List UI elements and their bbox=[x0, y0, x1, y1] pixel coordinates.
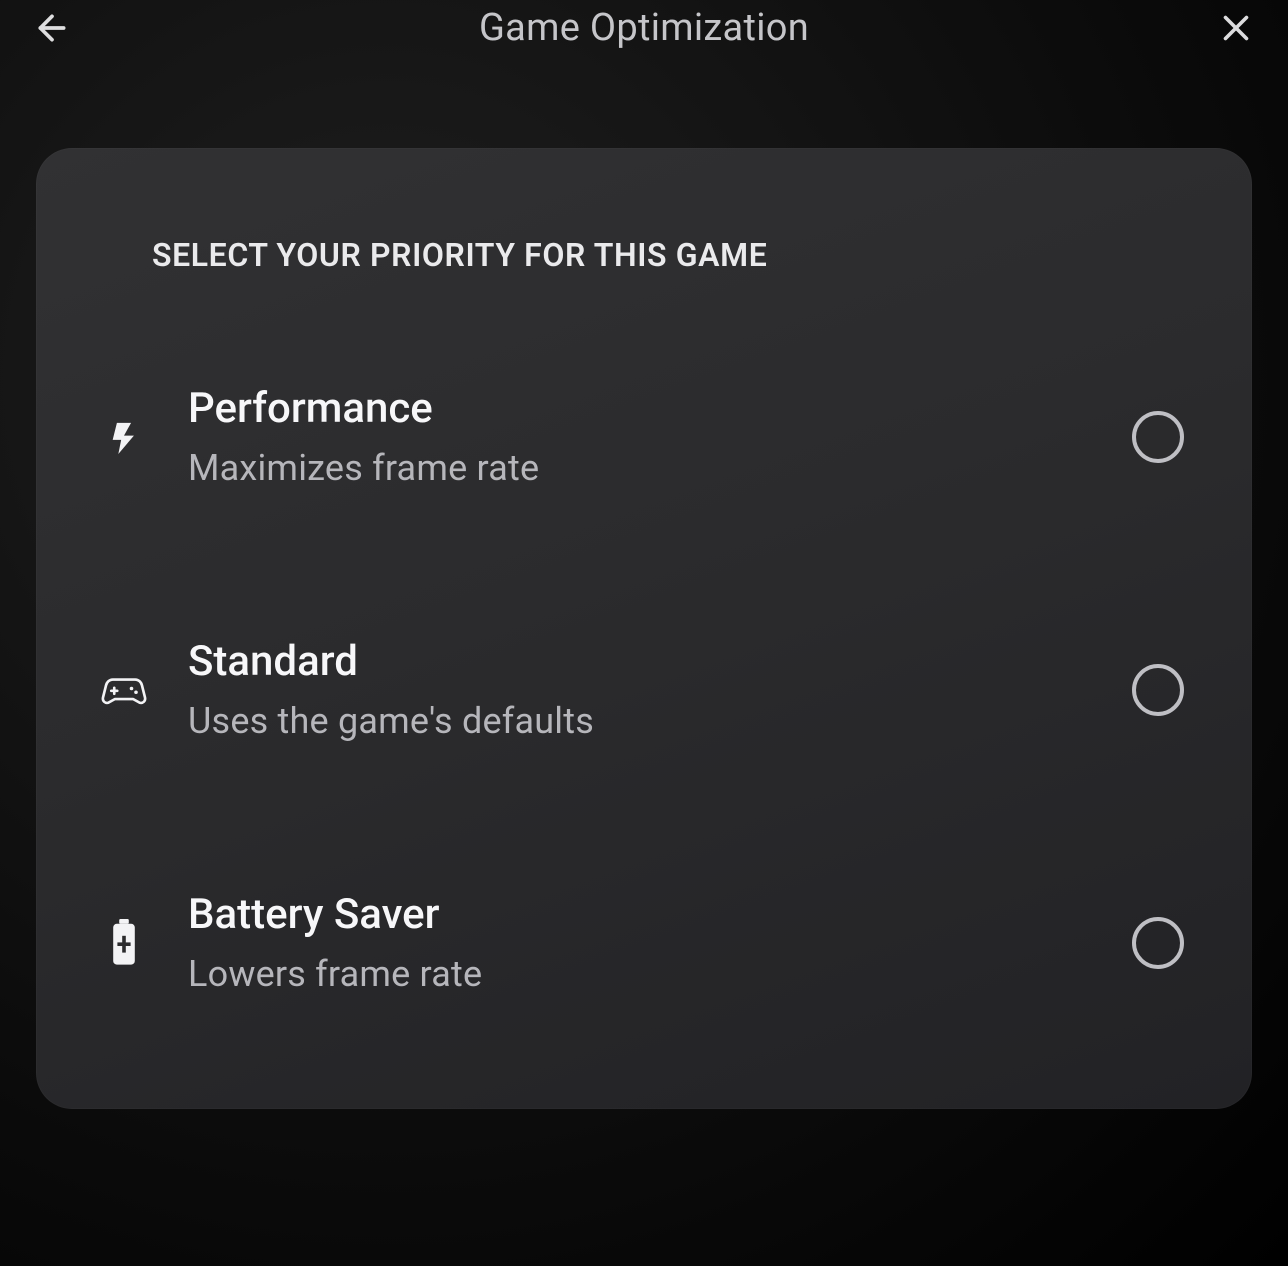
option-subtitle: Lowers frame rate bbox=[188, 953, 1096, 995]
header: Game Optimization bbox=[0, 0, 1288, 56]
option-texts: Battery Saver Lowers frame rate bbox=[188, 890, 1096, 995]
option-standard[interactable]: Standard Uses the game's defaults bbox=[92, 611, 1196, 768]
option-subtitle: Maximizes frame rate bbox=[188, 447, 1096, 489]
gamepad-icon bbox=[96, 672, 152, 708]
radio-standard[interactable] bbox=[1132, 664, 1184, 716]
back-button[interactable] bbox=[28, 4, 76, 52]
section-title: SELECT YOUR PRIORITY FOR THIS GAME bbox=[152, 236, 1196, 274]
radio-performance[interactable] bbox=[1132, 411, 1184, 463]
close-icon bbox=[1218, 10, 1254, 46]
page-title: Game Optimization bbox=[479, 6, 809, 50]
option-performance[interactable]: Performance Maximizes frame rate bbox=[92, 358, 1196, 515]
option-subtitle: Uses the game's defaults bbox=[188, 700, 1096, 742]
close-button[interactable] bbox=[1212, 4, 1260, 52]
option-texts: Performance Maximizes frame rate bbox=[188, 384, 1096, 489]
option-title: Standard bbox=[188, 637, 1096, 686]
bolt-icon bbox=[96, 413, 152, 461]
arrow-left-icon bbox=[32, 8, 72, 48]
option-texts: Standard Uses the game's defaults bbox=[188, 637, 1096, 742]
option-title: Performance bbox=[188, 384, 1096, 433]
option-battery-saver[interactable]: Battery Saver Lowers frame rate bbox=[92, 864, 1196, 1021]
radio-battery-saver[interactable] bbox=[1132, 917, 1184, 969]
battery-plus-icon bbox=[96, 919, 152, 967]
priority-card: SELECT YOUR PRIORITY FOR THIS GAME Perfo… bbox=[36, 148, 1252, 1109]
option-title: Battery Saver bbox=[188, 890, 1096, 939]
